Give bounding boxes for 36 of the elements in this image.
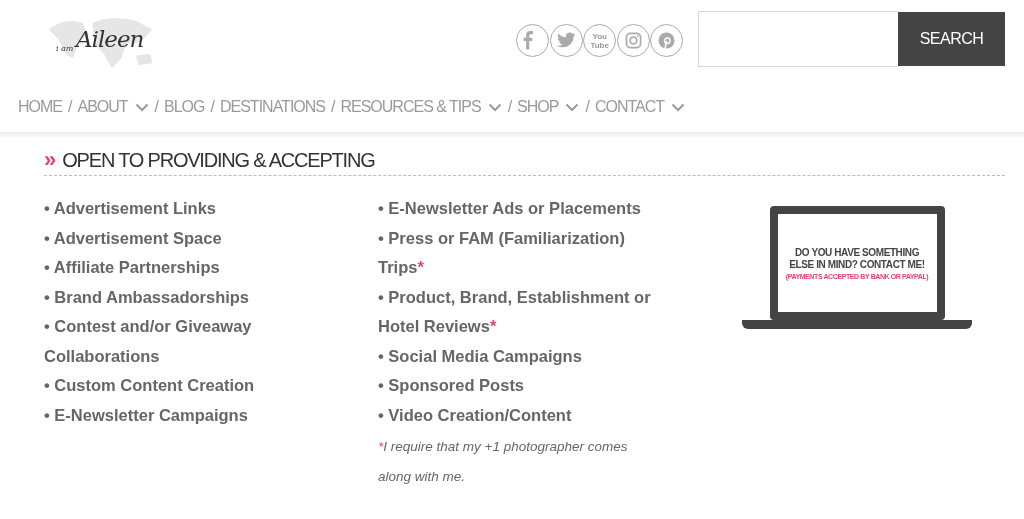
section-title: OPEN TO PROVIDING & ACCEPTING <box>62 149 375 172</box>
nav-link[interactable]: SHOP <box>517 98 559 116</box>
list-item: • Sponsored Posts <box>378 375 526 396</box>
nav-separator: / <box>68 98 72 116</box>
list-item: • Advertisement Links <box>44 198 218 219</box>
nav-separator: / <box>331 98 335 116</box>
nav-separator: / <box>154 98 159 116</box>
nav-separator: / <box>585 98 589 116</box>
list-item: • Product, Brand, Establishment or Hotel Reviews* <box>378 286 652 337</box>
footnote: *I require that my +1 photographer comes along with me. <box>378 438 629 486</box>
search-field[interactable] <box>697 11 898 67</box>
list-item: • Contest and/or Giveaway Collaborations <box>44 316 253 367</box>
nav-link[interactable]: BLOG <box>164 98 205 116</box>
nav-link[interactable]: ABOUT <box>77 98 128 116</box>
list-item: • Press or FAM (Familiarization) Trips* <box>378 227 626 278</box>
list-item: • Video Creation/Content <box>378 404 573 426</box>
list-item: • E-Newsletter Campaigns <box>44 404 249 426</box>
chevron-down-icon[interactable] <box>487 102 502 112</box>
list-item: • Brand Ambassadorships <box>44 286 251 308</box>
nav-link[interactable]: CONTACT <box>594 98 665 116</box>
list-item: • E-Newsletter Ads or Placements <box>378 198 642 219</box>
search-button[interactable]: SEARCH <box>897 12 1005 66</box>
chevron-marker: » <box>44 147 57 173</box>
nav-separator: / <box>507 98 512 116</box>
chevron-down-icon[interactable] <box>671 102 686 112</box>
list-item: • Custom Content Creation <box>44 375 256 396</box>
list-item: • Advertisement Space <box>44 227 223 249</box>
nav-link[interactable]: RESOURCES & TIPS <box>340 98 481 116</box>
chevron-down-icon[interactable] <box>565 102 580 112</box>
list-item: • Social Media Campaigns <box>378 345 583 367</box>
nav-link[interactable]: DESTINATIONS <box>219 98 325 116</box>
nav-link[interactable]: HOME <box>18 98 62 116</box>
promo-headline: DO YOU HAVE SOMETHING ELSE IN MIND? CONTACT ME! <box>788 246 926 271</box>
chevron-down-icon[interactable] <box>134 102 149 112</box>
list-item: • Affiliate Partnerships <box>44 257 221 278</box>
nav-separator: / <box>210 98 214 116</box>
